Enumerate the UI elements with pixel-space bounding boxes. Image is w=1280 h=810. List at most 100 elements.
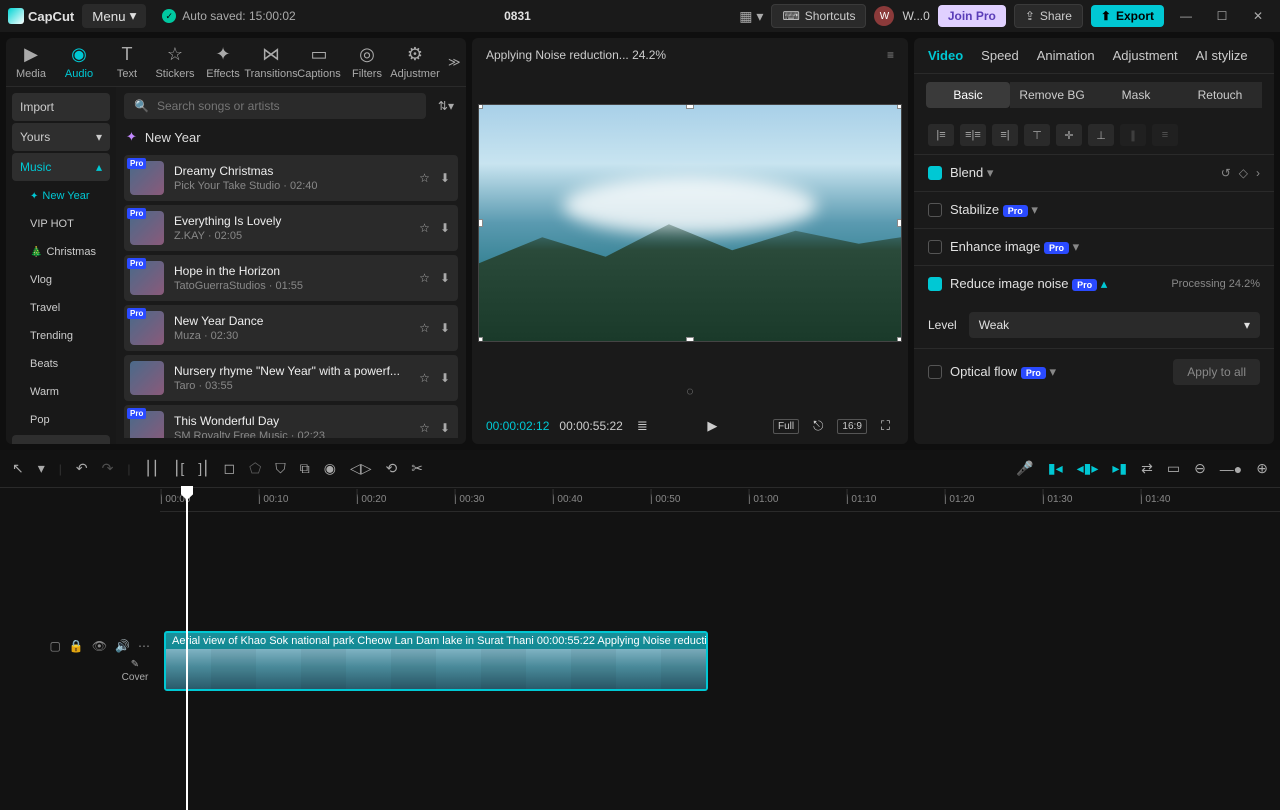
favorite-icon[interactable]: ☆ — [417, 369, 432, 387]
tab-stickers[interactable]: ☆Stickers — [160, 44, 190, 80]
reduce-noise-checkbox[interactable] — [928, 277, 942, 291]
favorite-icon[interactable]: ☆ — [417, 169, 432, 187]
tab-media[interactable]: ▶Media — [16, 44, 46, 80]
crop2-tool[interactable]: ✂ — [411, 460, 423, 477]
tab-animation[interactable]: Animation — [1037, 48, 1095, 63]
track-mute-icon[interactable]: 🔊 — [115, 639, 130, 653]
tab-adjustment-right[interactable]: Adjustment — [1113, 48, 1178, 63]
subtab-removebg[interactable]: Remove BG — [1010, 82, 1094, 108]
crop-tool[interactable]: ◻ — [223, 460, 235, 477]
chevron-down-icon[interactable]: ▾ — [1073, 239, 1080, 254]
sidebar-item-vip-hot[interactable]: VIP HOT — [12, 211, 110, 237]
marker-tool[interactable]: ⬠ — [249, 460, 261, 477]
search-input[interactable] — [157, 99, 416, 113]
cursor-dropdown[interactable]: ▾ — [38, 460, 45, 477]
split-left-tool[interactable]: ⎮[ — [173, 460, 184, 477]
level-select[interactable]: Weak ▾ — [969, 312, 1260, 338]
tab-ai-stylize[interactable]: AI stylize — [1196, 48, 1248, 63]
align-vcenter-icon[interactable]: ✛ — [1056, 124, 1082, 146]
filter-button[interactable]: ⇅▾ — [434, 95, 458, 117]
favorite-icon[interactable]: ☆ — [417, 219, 432, 237]
chevron-down-icon[interactable]: ▾ — [1049, 364, 1056, 379]
favorite-icon[interactable]: ☆ — [417, 419, 432, 437]
tab-speed[interactable]: Speed — [981, 48, 1019, 63]
subtab-basic[interactable]: Basic — [926, 82, 1010, 108]
tab-video[interactable]: Video — [928, 48, 963, 63]
search-input-wrap[interactable]: 🔍 — [124, 93, 426, 119]
share-button[interactable]: ⇪ Share — [1014, 4, 1083, 28]
keyframe-icon[interactable]: ◇ — [1239, 166, 1248, 180]
download-icon[interactable]: ⬇ — [438, 319, 452, 337]
apply-to-all-button[interactable]: Apply to all — [1173, 359, 1260, 385]
export-button[interactable]: ⬆ Export — [1091, 5, 1164, 27]
align-right-icon[interactable]: ≡| — [992, 124, 1018, 146]
cover-button[interactable]: ✎ Cover — [120, 659, 150, 683]
track-more-icon[interactable]: ⋯ — [138, 639, 150, 653]
more-tabs-icon[interactable]: ≫ — [448, 55, 461, 69]
sidebar-item-vlog[interactable]: Vlog — [12, 267, 110, 293]
split-right-tool[interactable]: ]⎮ — [198, 460, 209, 477]
sidebar-item-warm[interactable]: Warm — [12, 379, 110, 405]
menu-button[interactable]: Menu ▾ — [82, 4, 146, 28]
minimize-icon[interactable]: — — [1172, 2, 1200, 30]
track-lock-icon[interactable]: 🔒 — [69, 639, 84, 653]
magnet-left-icon[interactable]: ▮◂ — [1048, 460, 1063, 477]
align-left-icon[interactable]: |≡ — [928, 124, 954, 146]
sidebar-item-trending[interactable]: Trending — [12, 323, 110, 349]
close-icon[interactable]: ✕ — [1244, 2, 1272, 30]
tab-adjustment[interactable]: ⚙Adjustmer — [400, 44, 430, 80]
tab-text[interactable]: TText — [112, 44, 142, 80]
preview-icon[interactable]: ▭ — [1167, 460, 1180, 477]
fullscreen-icon[interactable]: ⛶ — [877, 416, 894, 436]
sidebar-item-yours[interactable]: Yours▾ — [12, 123, 110, 151]
track-visible-icon[interactable]: 👁 — [92, 639, 107, 653]
favorite-icon[interactable]: ☆ — [417, 269, 432, 287]
zoom-out-icon[interactable]: ⊖ — [1194, 460, 1206, 477]
mic-icon[interactable]: 🎤 — [1016, 460, 1033, 477]
playhead[interactable] — [186, 488, 188, 810]
song-item[interactable]: Nursery rhyme "New Year" with a powerf..… — [124, 355, 458, 401]
split-tool[interactable]: ⎮⎮ — [144, 460, 159, 477]
optical-flow-checkbox[interactable] — [928, 365, 942, 379]
video-preview[interactable] — [478, 104, 902, 343]
chevron-up-icon[interactable]: ▴ — [1101, 276, 1108, 291]
shield-tool[interactable]: ⛉ — [275, 460, 286, 477]
magnet-center-icon[interactable]: ◂▮▸ — [1077, 460, 1099, 477]
tab-effects[interactable]: ✦Effects — [208, 44, 238, 80]
user-avatar[interactable]: W — [874, 6, 894, 26]
subtab-retouch[interactable]: Retouch — [1178, 82, 1262, 108]
song-item[interactable]: Pro This Wonderful Day SM Royalty Free M… — [124, 405, 458, 438]
chevron-down-icon[interactable]: ▾ — [1031, 202, 1038, 217]
song-item[interactable]: Pro Hope in the Horizon TatoGuerraStudio… — [124, 255, 458, 301]
join-pro-button[interactable]: Join Pro — [938, 5, 1006, 27]
subtab-mask[interactable]: Mask — [1094, 82, 1178, 108]
song-item[interactable]: Pro Dreamy Christmas Pick Your Take Stud… — [124, 155, 458, 201]
track-expand-icon[interactable]: ▢ — [50, 639, 61, 653]
ratio-button[interactable]: 16:9 — [837, 419, 866, 434]
sidebar-item-new-year[interactable]: ✦New Year — [12, 183, 110, 209]
enhance-checkbox[interactable] — [928, 240, 942, 254]
copy-tool[interactable]: ⧉ — [300, 460, 310, 477]
tab-audio[interactable]: ◉Audio — [64, 44, 94, 80]
maximize-icon[interactable]: ☐ — [1208, 2, 1236, 30]
magnet-right-icon[interactable]: ▸▮ — [1112, 460, 1127, 477]
zoom-in-icon[interactable]: ⊕ — [1256, 460, 1268, 477]
sidebar-item-pop[interactable]: Pop — [12, 407, 110, 433]
mirror-tool[interactable]: ◁▷ — [350, 460, 372, 477]
shortcuts-button[interactable]: ⌨ Shortcuts — [771, 4, 866, 28]
chevron-down-icon[interactable]: ▾ — [987, 165, 994, 180]
favorite-icon[interactable]: ☆ — [417, 319, 432, 337]
link-icon[interactable]: ⇄ — [1141, 460, 1153, 477]
stabilize-checkbox[interactable] — [928, 203, 942, 217]
sidebar-item-christmas[interactable]: 🎄Christmas — [12, 239, 110, 265]
download-icon[interactable]: ⬇ — [438, 419, 452, 437]
tab-captions[interactable]: ▭Captions — [304, 44, 334, 80]
sidebar-item-travel[interactable]: Travel — [12, 295, 110, 321]
sidebar-item-music[interactable]: Music▴ — [12, 153, 110, 181]
cursor-tool[interactable]: ↖ — [12, 460, 24, 477]
list-icon[interactable]: ≣ — [633, 416, 652, 436]
song-item[interactable]: Pro Everything Is Lovely Z.KAY · 02:05 ☆… — [124, 205, 458, 251]
sidebar-item-sounds[interactable]: Sounds eff...▾ — [12, 435, 110, 444]
download-icon[interactable]: ⬇ — [438, 269, 452, 287]
blend-checkbox[interactable] — [928, 166, 942, 180]
